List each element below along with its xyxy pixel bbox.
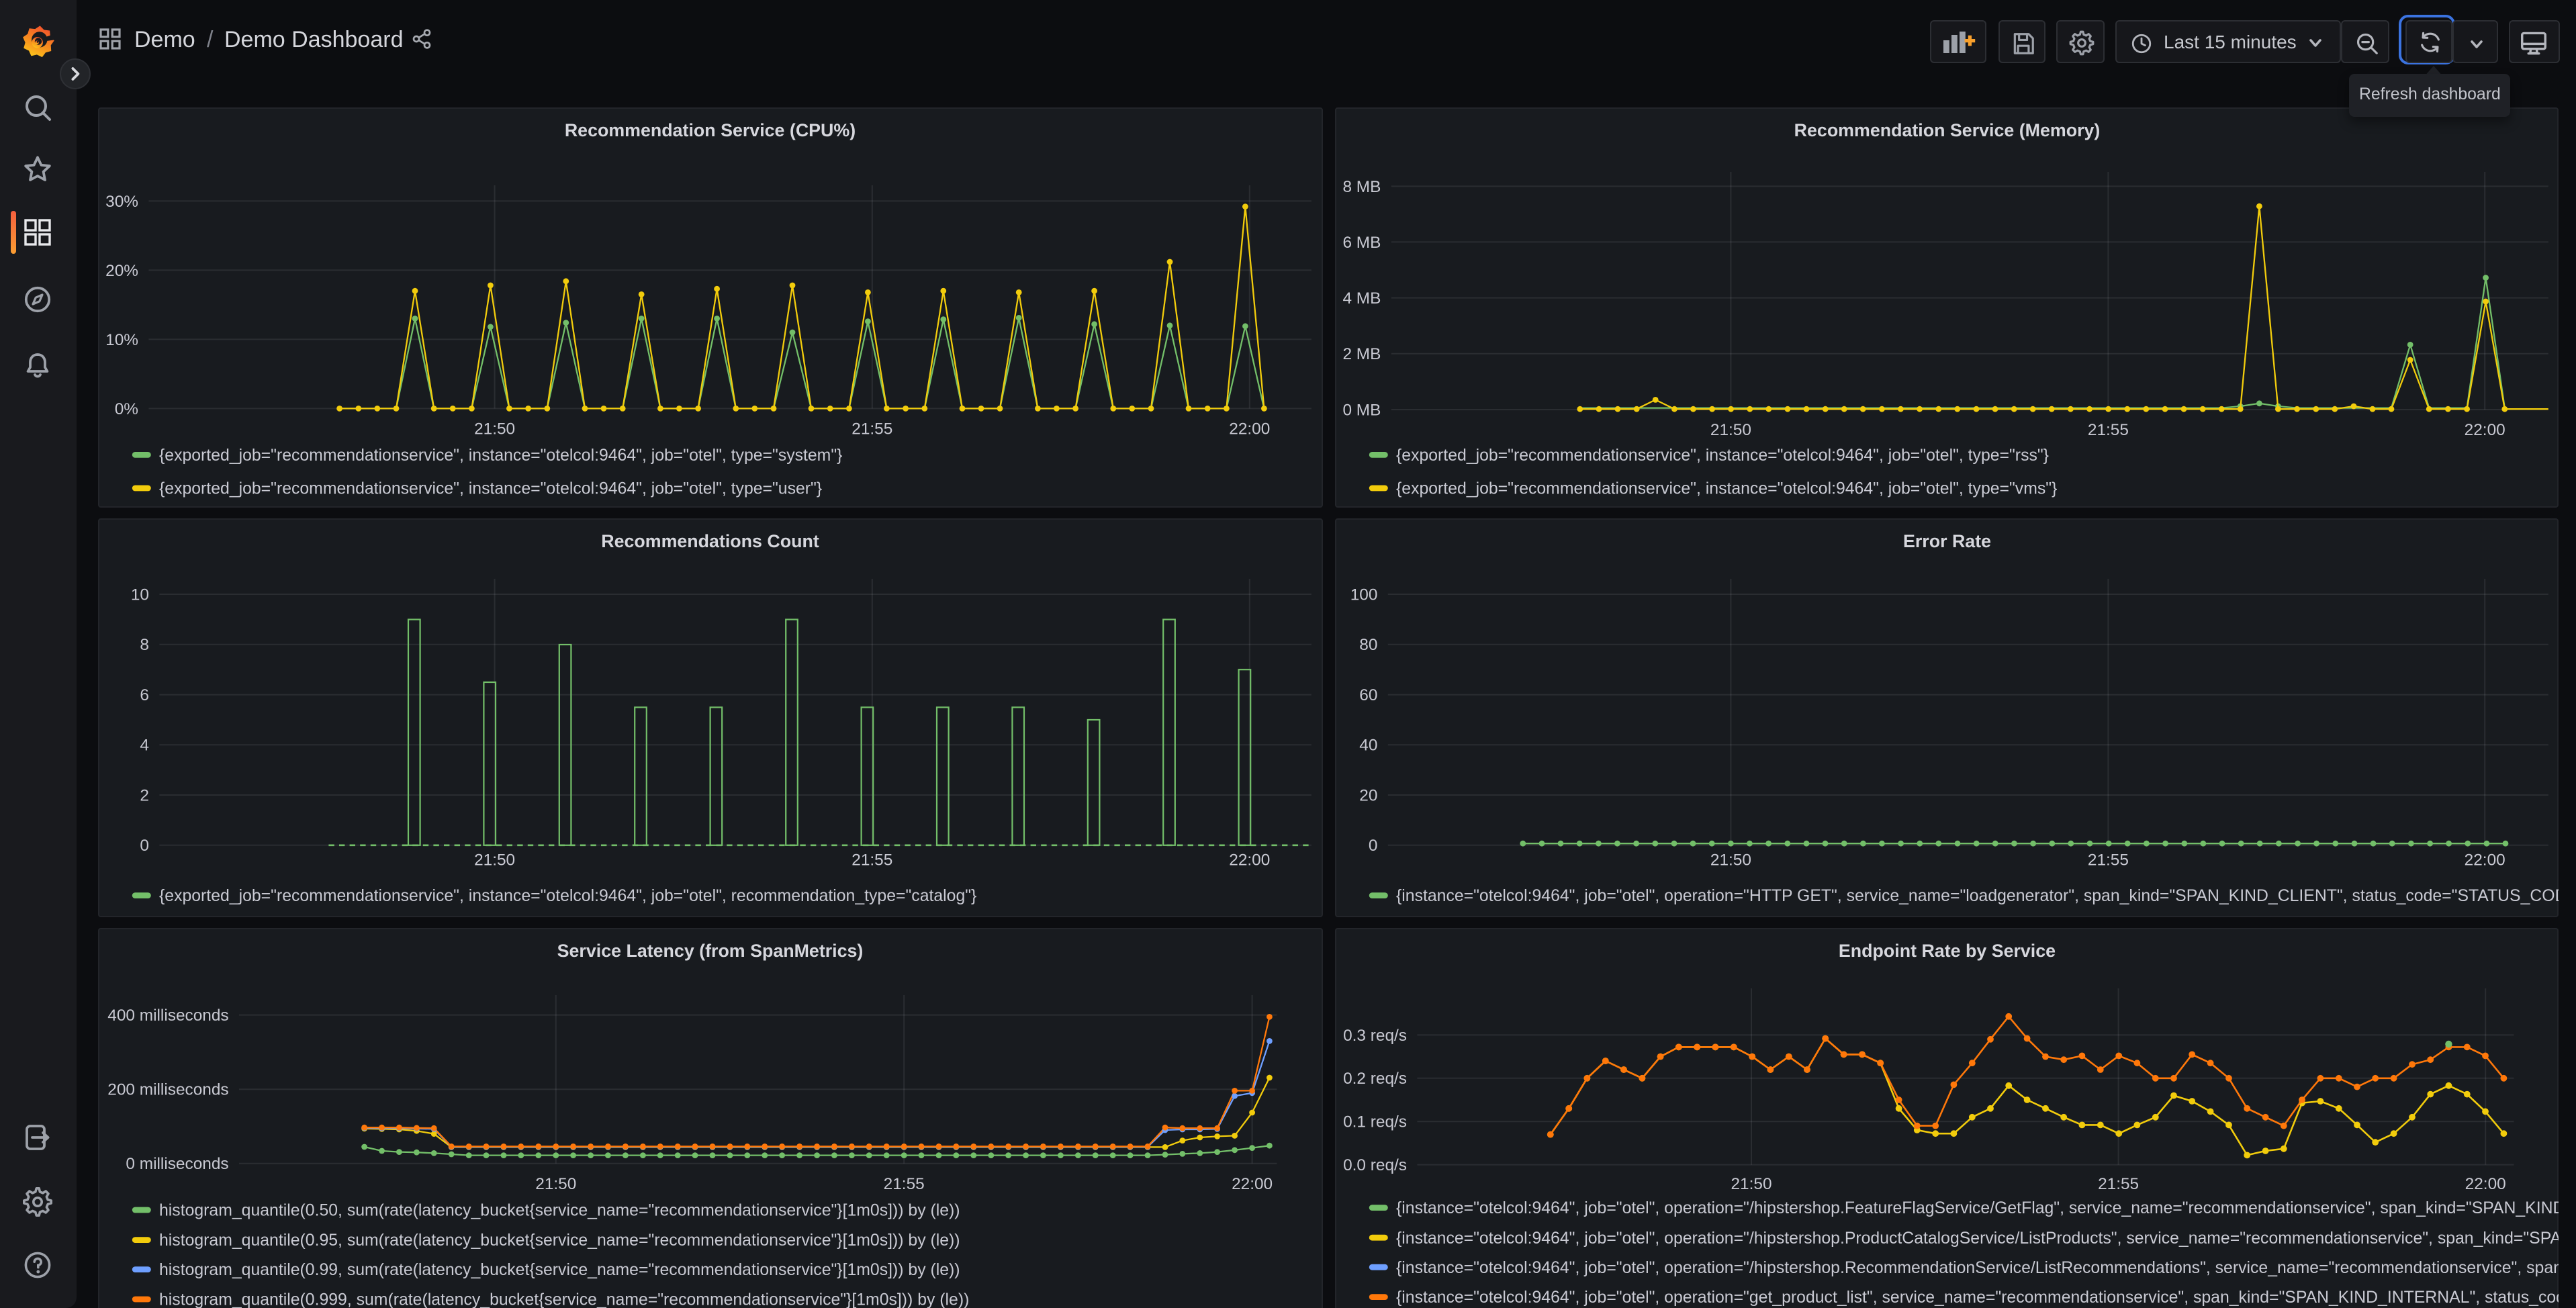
svg-text:21:55: 21:55 — [2087, 851, 2128, 869]
svg-text:21:55: 21:55 — [884, 1175, 925, 1193]
svg-text:100: 100 — [1350, 585, 1377, 603]
svg-text:21:50: 21:50 — [1710, 851, 1751, 869]
svg-text:200 milliseconds: 200 milliseconds — [108, 1081, 229, 1099]
svg-text:{exported_job="recommendations: {exported_job="recommendationservice", i… — [160, 447, 843, 465]
svg-text:22:00: 22:00 — [1230, 851, 1271, 869]
svg-text:8: 8 — [140, 635, 150, 653]
svg-text:histogram_quantile(0.999, sum(: histogram_quantile(0.999, sum(rate(laten… — [160, 1291, 970, 1308]
svg-text:80: 80 — [1359, 635, 1377, 653]
svg-text:4: 4 — [140, 736, 150, 754]
svg-text:0: 0 — [140, 836, 150, 854]
svg-text:histogram_quantile(0.99, sum(r: histogram_quantile(0.99, sum(rate(latenc… — [160, 1261, 961, 1279]
svg-text:21:50: 21:50 — [1731, 1175, 1772, 1193]
svg-text:Error Rate: Error Rate — [1902, 530, 1990, 551]
svg-text:20: 20 — [1359, 786, 1377, 804]
svg-text:0.2 req/s: 0.2 req/s — [1342, 1070, 1406, 1088]
svg-text:0%: 0% — [115, 400, 138, 418]
svg-text:{instance="otelcol:9464", job=: {instance="otelcol:9464", job="otel", op… — [1395, 1229, 2559, 1248]
svg-text:0: 0 — [1368, 836, 1377, 854]
svg-text:22:00: 22:00 — [2464, 851, 2505, 869]
svg-text:30%: 30% — [106, 193, 139, 211]
svg-text:21:50: 21:50 — [475, 851, 516, 869]
svg-text:{instance="otelcol:9464", job=: {instance="otelcol:9464", job="otel", op… — [1395, 1259, 2559, 1277]
svg-text:400 milliseconds: 400 milliseconds — [108, 1007, 229, 1025]
svg-text:{exported_job="recommendations: {exported_job="recommendationservice", i… — [160, 886, 977, 904]
svg-text:21:50: 21:50 — [475, 420, 516, 438]
svg-text:4 MB: 4 MB — [1342, 289, 1381, 308]
svg-text:21:50: 21:50 — [536, 1175, 577, 1193]
svg-text:21:55: 21:55 — [2097, 1175, 2138, 1193]
svg-text:22:00: 22:00 — [2465, 1175, 2505, 1193]
svg-text:{exported_job="recommendations: {exported_job="recommendationservice", i… — [1395, 447, 2048, 465]
svg-text:Recommendation Service (CPU%): Recommendation Service (CPU%) — [565, 120, 856, 140]
svg-text:20%: 20% — [106, 262, 139, 280]
svg-text:10: 10 — [131, 585, 149, 603]
svg-text:40: 40 — [1359, 736, 1377, 754]
svg-text:21:55: 21:55 — [2087, 421, 2128, 439]
svg-text:{instance="otelcol:9464", job=: {instance="otelcol:9464", job="otel", op… — [1395, 1199, 2559, 1217]
svg-text:{instance="otelcol:9464", job=: {instance="otelcol:9464", job="otel", op… — [1395, 1289, 2559, 1307]
svg-text:21:55: 21:55 — [852, 851, 893, 869]
svg-text:Service Latency (from SpanMetr: Service Latency (from SpanMetrics) — [557, 941, 864, 961]
svg-text:22:00: 22:00 — [1230, 420, 1271, 438]
svg-text:2: 2 — [140, 786, 150, 804]
svg-text:0.0 req/s: 0.0 req/s — [1342, 1156, 1406, 1174]
svg-text:0.1 req/s: 0.1 req/s — [1342, 1113, 1406, 1131]
svg-text:21:55: 21:55 — [852, 420, 893, 438]
svg-text:Recommendation Service (Memory: Recommendation Service (Memory) — [1794, 120, 2100, 140]
svg-text:{exported_job="recommendations: {exported_job="recommendationservice", i… — [160, 480, 823, 498]
svg-text:22:00: 22:00 — [1232, 1175, 1273, 1193]
svg-text:{instance="otelcol:9464", job=: {instance="otelcol:9464", job="otel", op… — [1395, 886, 2559, 904]
svg-text:0 MB: 0 MB — [1342, 401, 1381, 419]
svg-text:histogram_quantile(0.95, sum(r: histogram_quantile(0.95, sum(rate(latenc… — [160, 1231, 961, 1250]
svg-text:{exported_job="recommendations: {exported_job="recommendationservice", i… — [1395, 480, 2056, 498]
svg-text:6: 6 — [140, 686, 150, 704]
svg-text:60: 60 — [1359, 686, 1377, 704]
svg-text:6 MB: 6 MB — [1342, 234, 1381, 252]
svg-text:histogram_quantile(0.50, sum(r: histogram_quantile(0.50, sum(rate(latenc… — [160, 1202, 961, 1220]
svg-text:2 MB: 2 MB — [1342, 345, 1381, 363]
svg-text:Recommendations Count: Recommendations Count — [602, 530, 820, 551]
svg-text:22:00: 22:00 — [2464, 421, 2505, 439]
svg-text:10%: 10% — [106, 331, 139, 349]
svg-text:0.3 req/s: 0.3 req/s — [1342, 1027, 1406, 1045]
svg-text:8 MB: 8 MB — [1342, 178, 1381, 196]
svg-text:0 milliseconds: 0 milliseconds — [126, 1155, 229, 1173]
svg-text:21:50: 21:50 — [1710, 421, 1751, 439]
svg-text:Endpoint Rate by Service: Endpoint Rate by Service — [1838, 941, 2055, 961]
